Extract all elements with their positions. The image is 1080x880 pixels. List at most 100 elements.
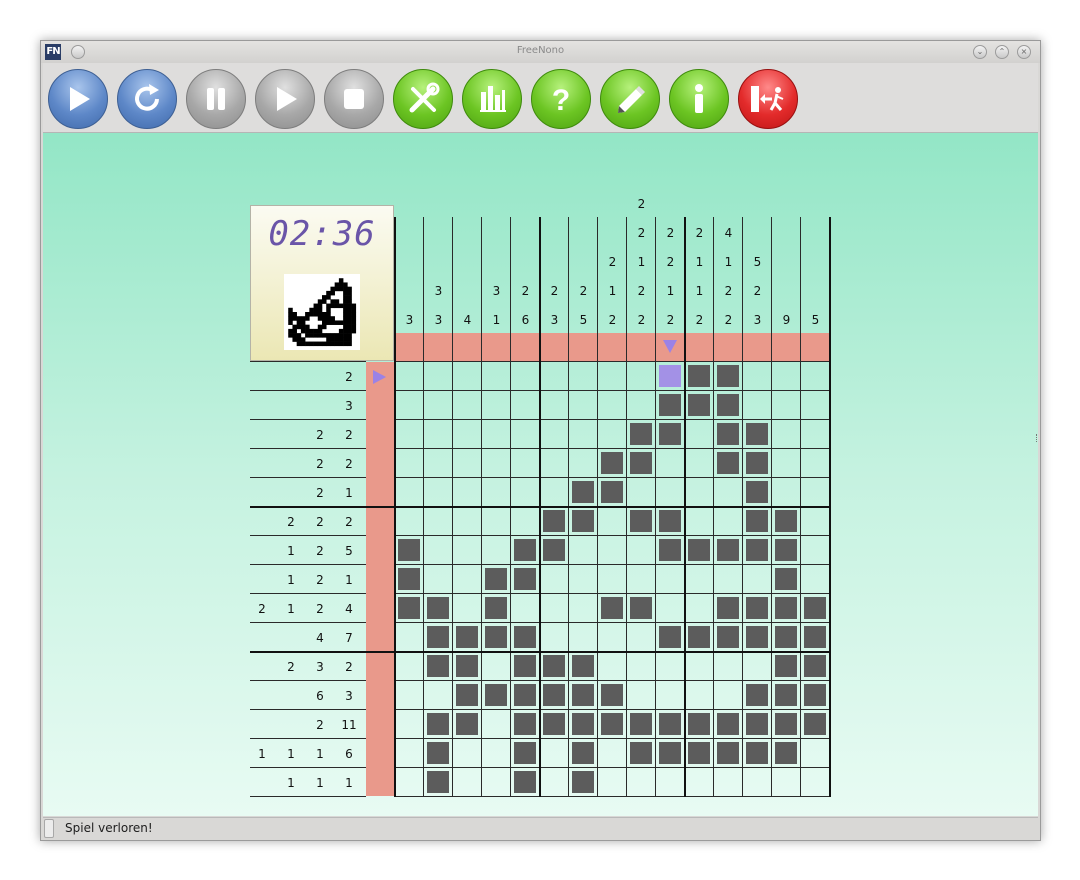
grid-cell[interactable] <box>714 710 743 739</box>
statistics-button[interactable] <box>462 69 522 129</box>
grid-cell[interactable] <box>656 420 685 449</box>
grid-cell[interactable] <box>685 739 714 768</box>
grid-cell[interactable] <box>772 710 801 739</box>
grid-cell[interactable] <box>540 710 569 739</box>
grid-cell[interactable] <box>482 565 511 594</box>
grid-cell[interactable] <box>801 710 830 739</box>
grid-cell[interactable] <box>569 449 598 478</box>
grid-cell[interactable] <box>714 449 743 478</box>
grid-cell[interactable] <box>627 362 656 391</box>
grid-cell[interactable] <box>482 478 511 507</box>
grid-cell[interactable] <box>772 478 801 507</box>
grid-cell[interactable] <box>395 449 424 478</box>
grid-cell[interactable] <box>424 623 453 652</box>
grid-cell[interactable] <box>598 594 627 623</box>
grid-cell[interactable] <box>482 391 511 420</box>
grid-cell[interactable] <box>685 362 714 391</box>
grid-cell[interactable] <box>743 710 772 739</box>
grid-cell[interactable] <box>453 623 482 652</box>
grid-cell[interactable] <box>714 420 743 449</box>
grid-cell[interactable] <box>540 565 569 594</box>
grid-cell[interactable] <box>656 391 685 420</box>
grid-cell[interactable] <box>569 565 598 594</box>
grid-cell[interactable] <box>511 449 540 478</box>
grid-cell[interactable] <box>598 449 627 478</box>
grid-cell[interactable] <box>685 536 714 565</box>
grid-cell[interactable] <box>685 623 714 652</box>
grid-cell[interactable] <box>424 420 453 449</box>
grid-cell[interactable] <box>714 565 743 594</box>
grid-cell[interactable] <box>453 507 482 536</box>
grid-cell[interactable] <box>424 565 453 594</box>
grid-cell[interactable] <box>627 681 656 710</box>
grid-cell[interactable] <box>627 536 656 565</box>
grid-cell[interactable] <box>656 478 685 507</box>
grid-cell[interactable] <box>482 507 511 536</box>
grid-cell[interactable] <box>511 652 540 681</box>
grid-cell[interactable] <box>482 449 511 478</box>
grid-cell[interactable] <box>801 507 830 536</box>
start-button[interactable] <box>48 69 108 129</box>
close-icon[interactable]: × <box>1017 45 1031 59</box>
grid-cell[interactable] <box>395 594 424 623</box>
grid-cell[interactable] <box>395 623 424 652</box>
help-button[interactable]: ? <box>531 69 591 129</box>
grid-cell[interactable] <box>511 594 540 623</box>
grid-cell[interactable] <box>743 652 772 681</box>
grid-cell[interactable] <box>511 420 540 449</box>
grid-cell[interactable] <box>569 362 598 391</box>
grid-cell[interactable] <box>453 739 482 768</box>
grid-cell[interactable] <box>627 739 656 768</box>
grid-cell[interactable] <box>453 710 482 739</box>
grid-cell[interactable] <box>453 565 482 594</box>
grid-cell[interactable] <box>424 362 453 391</box>
grid-cell[interactable] <box>598 623 627 652</box>
grid-cell[interactable] <box>482 710 511 739</box>
resume-button[interactable] <box>255 69 315 129</box>
grid-cell[interactable] <box>453 362 482 391</box>
grid-cell[interactable] <box>685 710 714 739</box>
restart-button[interactable] <box>117 69 177 129</box>
grid-cell[interactable] <box>685 391 714 420</box>
grid-cell[interactable] <box>714 768 743 797</box>
grid-cell[interactable] <box>743 391 772 420</box>
grid-cell[interactable] <box>540 594 569 623</box>
grid-cell[interactable] <box>598 565 627 594</box>
grid-cell[interactable] <box>714 507 743 536</box>
grid-cell[interactable] <box>424 739 453 768</box>
grid-cell[interactable] <box>627 507 656 536</box>
grid-cell[interactable] <box>656 652 685 681</box>
grid-cell[interactable] <box>424 507 453 536</box>
grid-cell[interactable] <box>801 362 830 391</box>
grid-cell[interactable] <box>482 362 511 391</box>
grid-cell[interactable] <box>395 565 424 594</box>
grid-cell[interactable] <box>772 507 801 536</box>
settings-button[interactable] <box>393 69 453 129</box>
grid-cell[interactable] <box>598 420 627 449</box>
grid-cell[interactable] <box>743 768 772 797</box>
grid-cell[interactable] <box>482 536 511 565</box>
grid-cell[interactable] <box>714 681 743 710</box>
grid-cell[interactable] <box>511 391 540 420</box>
grid-cell[interactable] <box>743 623 772 652</box>
grid-cell[interactable] <box>772 565 801 594</box>
grid-cell[interactable] <box>714 478 743 507</box>
grid-cell[interactable] <box>511 768 540 797</box>
grid-cell[interactable] <box>627 420 656 449</box>
grid-cell[interactable] <box>424 391 453 420</box>
grid-cell[interactable] <box>627 565 656 594</box>
grid-cell[interactable] <box>801 391 830 420</box>
grid-cell[interactable] <box>453 449 482 478</box>
grid-cell[interactable] <box>598 768 627 797</box>
grid-cell[interactable] <box>395 507 424 536</box>
grid-cell[interactable] <box>598 652 627 681</box>
grid-cell[interactable] <box>540 507 569 536</box>
grid-cell[interactable] <box>598 362 627 391</box>
grid-cell[interactable] <box>453 652 482 681</box>
grid-cell[interactable] <box>482 768 511 797</box>
grid-cell[interactable] <box>685 681 714 710</box>
grid-cell[interactable] <box>569 507 598 536</box>
grid-cell[interactable] <box>511 362 540 391</box>
grid-cell[interactable] <box>453 478 482 507</box>
grid-cell[interactable] <box>772 739 801 768</box>
